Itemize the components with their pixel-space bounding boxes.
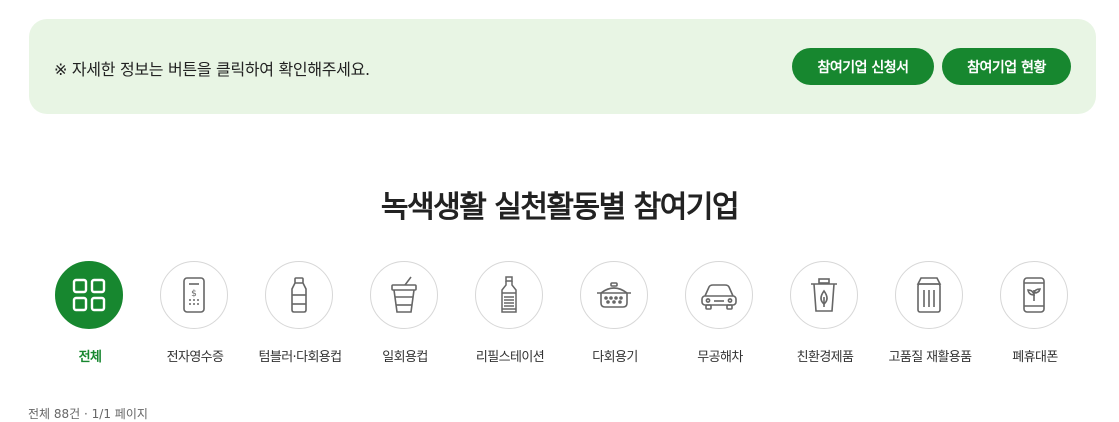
category-all[interactable]: 전체 — [35, 258, 145, 373]
category-filter: 전체 $ 전자영수증 텀블러·다회용컵 일회용컵 리필스테이션 다회용기 무공해… — [0, 258, 1119, 378]
eco-bin-icon — [811, 278, 837, 312]
pot-icon — [597, 282, 631, 308]
category-used-phone[interactable]: 폐휴대폰 — [980, 258, 1090, 373]
category-e-receipt[interactable]: $ 전자영수증 — [140, 258, 250, 373]
category-recycled-goods[interactable]: 고품질 재활용품 — [875, 258, 985, 373]
info-notice-box: ※ 자세한 정보는 버튼을 클릭하여 확인해주세요. 참여기업 신청서 참여기업… — [29, 19, 1096, 114]
category-zero-emission-car[interactable]: 무공해차 — [665, 258, 775, 373]
disposable-cup-icon — [391, 276, 417, 313]
tumbler-icon — [291, 277, 307, 313]
car-icon — [701, 284, 737, 310]
phone-icon — [1023, 277, 1045, 313]
category-reusable-container[interactable]: 다회용기 — [560, 258, 670, 373]
apply-form-button[interactable]: 참여기업 신청서 — [792, 48, 934, 85]
category-label: 폐휴대폰 — [1012, 350, 1058, 365]
section-title: 녹색생활 실천활동별 참여기업 — [380, 190, 740, 225]
receipt-icon: $ — [183, 277, 205, 313]
grid-icon — [72, 278, 106, 312]
notice-text: ※ 자세한 정보는 버튼을 클릭하여 확인해주세요. — [54, 60, 370, 79]
participants-status-button[interactable]: 참여기업 현황 — [942, 48, 1071, 85]
category-eco-product[interactable]: 친환경제품 — [770, 258, 880, 373]
category-refill-station[interactable]: 리필스테이션 — [455, 258, 565, 373]
svg-text:$: $ — [191, 289, 197, 299]
refill-bottle-icon — [501, 276, 517, 313]
result-count: 전체 88건 · 1/1 페이지 — [28, 407, 148, 421]
category-disposable-cup[interactable]: 일회용컵 — [350, 258, 460, 373]
category-tumbler[interactable]: 텀블러·다회용컵 — [245, 258, 355, 373]
recycle-box-icon — [916, 277, 942, 313]
